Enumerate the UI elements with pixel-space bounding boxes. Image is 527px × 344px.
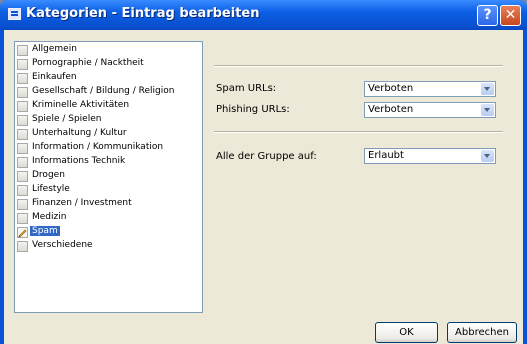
list-item-label: Pornographie / Nacktheit [32,58,144,68]
chevron-down-icon[interactable] [481,150,494,162]
divider [214,131,503,133]
list-item-label: Lifestyle [32,184,70,194]
phishing-urls-value: Verboten [368,104,414,115]
list-item-label: Gesellschaft / Bildung / Religion [32,86,175,96]
dialog-client-area: Allgemein Pornographie / Nacktheit Einka… [4,30,523,344]
checkbox[interactable] [17,171,28,182]
all-group-select[interactable]: Erlaubt [364,148,496,164]
window-icon [8,8,21,20]
list-item[interactable]: Kriminelle Aktivitäten [15,100,202,114]
checkbox[interactable] [17,157,28,168]
list-item-label: Unterhaltung / Kultur [32,128,127,138]
title-bar[interactable]: Kategorien - Eintrag bearbeiten ? ✕ [0,0,527,30]
list-item-label: Drogen [32,170,65,180]
close-button[interactable]: ✕ [500,5,521,26]
list-item[interactable]: Unterhaltung / Kultur [15,128,202,142]
list-item-label: Verschiedene [32,240,93,250]
list-item-selected[interactable]: Spam [15,226,202,240]
checkbox[interactable] [17,213,28,224]
checkbox[interactable] [17,185,28,196]
list-item[interactable]: Pornographie / Nacktheit [15,58,202,72]
list-item-label: Spiele / Spielen [32,114,102,124]
list-item[interactable]: Information / Kommunikation [15,142,202,156]
list-item-label: Einkaufen [32,72,77,82]
all-group-value: Erlaubt [368,150,404,161]
dialog-window: Kategorien - Eintrag bearbeiten ? ✕ Allg… [0,0,527,344]
checkbox[interactable] [17,59,28,70]
divider [214,65,503,67]
list-item[interactable]: Informations Technik [15,156,202,170]
category-list[interactable]: Allgemein Pornographie / Nacktheit Einka… [14,41,203,313]
list-item-label: Informations Technik [32,156,126,166]
chevron-down-icon[interactable] [481,104,494,116]
phishing-urls-label: Phishing URLs: [216,104,290,115]
ok-button[interactable]: OK [375,322,438,343]
list-item-label: Medizin [32,212,67,222]
checkbox[interactable] [17,101,28,112]
window-title: Kategorien - Eintrag bearbeiten [26,6,260,21]
checkbox[interactable] [17,129,28,140]
list-item[interactable]: Verschiedene [15,240,202,254]
list-item[interactable]: Finanzen / Investment [15,198,202,212]
list-item[interactable]: Spiele / Spielen [15,114,202,128]
help-button[interactable]: ? [477,5,498,26]
list-item[interactable]: Medizin [15,212,202,226]
list-item[interactable]: Einkaufen [15,72,202,86]
list-item[interactable]: Gesellschaft / Bildung / Religion [15,86,202,100]
checkbox[interactable] [17,87,28,98]
list-item[interactable]: Allgemein [15,44,202,58]
list-item-label: Information / Kommunikation [32,142,164,152]
list-item-label: Kriminelle Aktivitäten [32,100,130,110]
edit-pencil-icon [17,227,28,238]
checkbox[interactable] [17,73,28,84]
spam-urls-label: Spam URLs: [216,83,277,94]
list-item[interactable]: Drogen [15,170,202,184]
list-item-label: Spam [30,226,60,236]
cancel-button[interactable]: Abbrechen [447,322,517,343]
checkbox[interactable] [17,115,28,126]
checkbox[interactable] [17,143,28,154]
list-item-label: Finanzen / Investment [32,198,132,208]
checkbox[interactable] [17,199,28,210]
checkbox[interactable] [17,241,28,252]
spam-urls-value: Verboten [368,83,414,94]
phishing-urls-select[interactable]: Verboten [364,102,496,118]
chevron-down-icon[interactable] [481,83,494,95]
all-group-label: Alle der Gruppe auf: [216,151,317,162]
spam-urls-select[interactable]: Verboten [364,81,496,97]
list-item-label: Allgemein [32,44,77,54]
checkbox[interactable] [17,45,28,56]
list-item[interactable]: Lifestyle [15,184,202,198]
